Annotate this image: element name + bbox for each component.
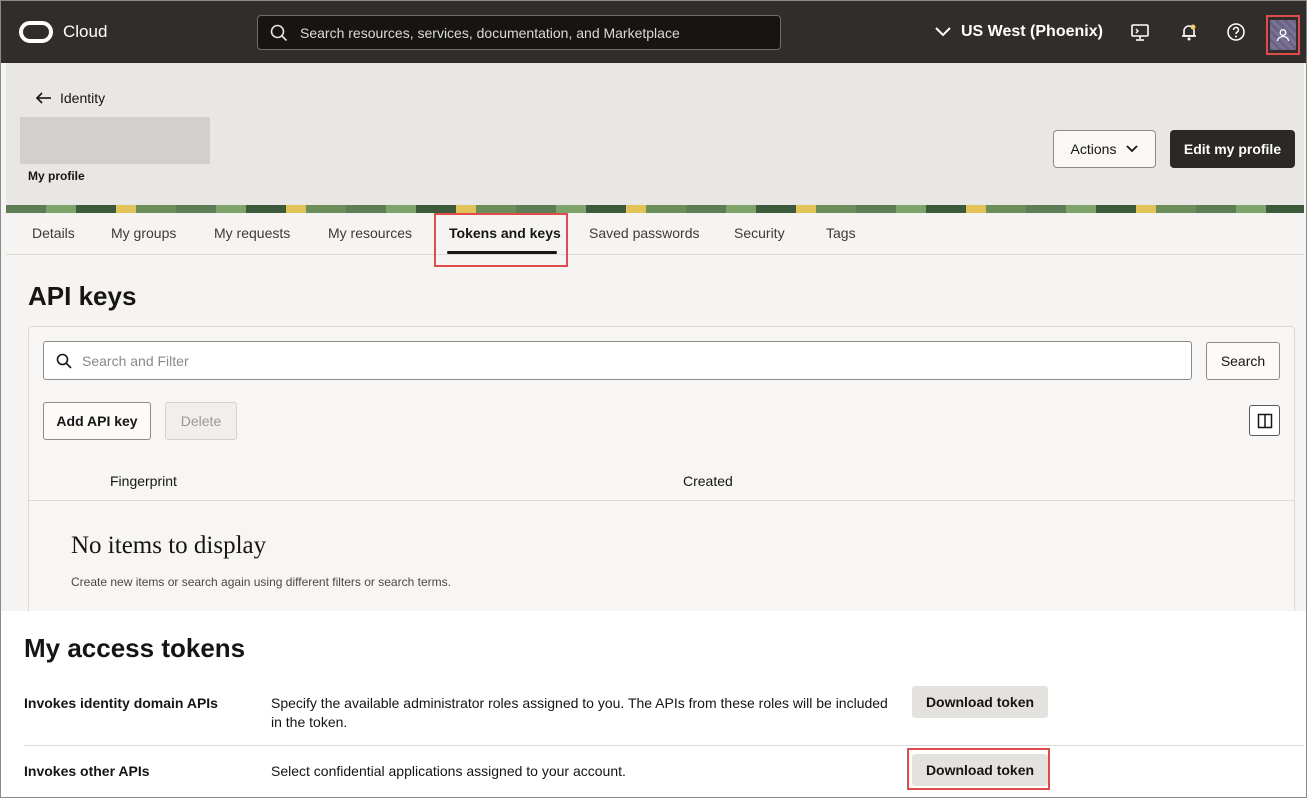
profile-header: Identity My profile Actions Edit my prof… [6,63,1304,213]
search-icon [56,353,72,369]
chevron-down-icon [935,27,951,37]
column-header-fingerprint[interactable]: Fingerprint [110,473,177,489]
column-header-created[interactable]: Created [683,473,733,489]
access-tokens-section: My access tokens Invokes identity domain… [1,611,1306,797]
download-token-highlight-box [907,748,1050,790]
column-settings-button[interactable] [1249,405,1280,436]
global-search-input[interactable] [300,24,770,41]
search-button[interactable]: Search [1206,342,1280,380]
empty-state-subtitle: Create new items or search again using d… [71,575,451,589]
back-link-label: Identity [60,90,106,106]
token-row-label: Invokes other APIs [24,763,150,779]
edit-profile-button[interactable]: Edit my profile [1170,130,1295,168]
search-icon [270,24,288,41]
add-api-key-button[interactable]: Add API key [43,402,151,440]
user-avatar[interactable] [1270,20,1296,50]
app-window: Cloud US West (Phoenix) Identity [0,0,1307,798]
actions-label: Actions [1070,141,1117,157]
cloud-shell-icon[interactable] [1129,21,1151,43]
token-row-description: Specify the available administrator role… [271,695,888,730]
access-tokens-title: My access tokens [24,633,246,663]
token-row-description: Select confidential applications assigne… [271,763,626,779]
back-to-identity-link[interactable]: Identity [36,90,105,106]
profile-tabs: Details My groups My requests My resourc… [6,213,1304,255]
tab-tags[interactable]: Tags [826,225,856,241]
bell-icon[interactable] [1178,21,1200,43]
tab-my-groups[interactable]: My groups [111,225,176,241]
api-keys-table-header: Fingerprint Created [29,467,1294,501]
user-icon [1276,29,1290,42]
row-divider [24,745,1304,746]
download-token-button[interactable]: Download token [912,686,1048,718]
help-icon[interactable] [1225,21,1247,43]
redacted-profile-name [20,117,210,164]
tab-my-requests[interactable]: My requests [214,225,290,241]
actions-menu-button[interactable]: Actions [1053,130,1156,168]
tab-saved-passwords[interactable]: Saved passwords [589,225,700,241]
tab-security[interactable]: Security [734,225,785,241]
logo-text: Cloud [63,22,108,41]
global-search[interactable] [257,15,781,50]
page-subtitle: My profile [28,169,85,183]
empty-state-title: No items to display [71,532,267,559]
region-label: US West (Phoenix) [961,23,1103,40]
tab-my-resources[interactable]: My resources [328,225,412,241]
search-filter[interactable] [43,341,1192,380]
api-keys-title: API keys [28,281,137,311]
region-selector[interactable]: US West (Phoenix) [935,23,1103,41]
arrow-left-icon [36,92,51,104]
decorative-banner-strip [6,205,1304,213]
chevron-down-icon [1126,145,1139,153]
top-navigation-bar: Cloud US West (Phoenix) [1,1,1306,63]
token-row-label: Invokes identity domain APIs [24,695,218,711]
cloud-logo[interactable]: Cloud [19,21,107,43]
search-filter-input[interactable] [82,352,1172,369]
oracle-logo-icon [19,21,53,43]
tab-details[interactable]: Details [32,225,75,241]
delete-button[interactable]: Delete [165,402,237,440]
user-menu-highlight [1266,15,1300,55]
columns-icon [1257,413,1272,428]
tab-highlight-box [434,213,568,267]
